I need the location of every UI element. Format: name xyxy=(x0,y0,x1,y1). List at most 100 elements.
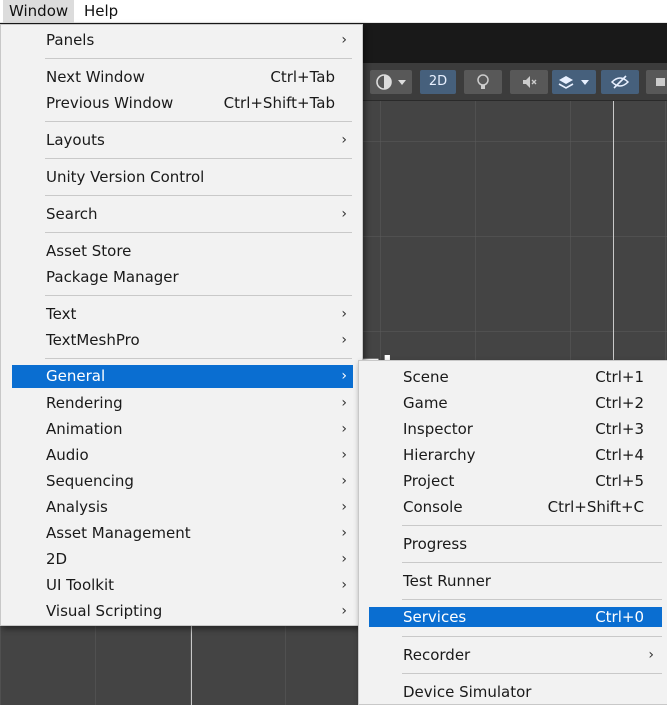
submenu-item-inspector[interactable]: Inspector Ctrl+3 xyxy=(369,416,662,442)
menu-item-textmeshpro[interactable]: TextMeshPro › xyxy=(12,327,353,353)
lighting-toggle-button[interactable] xyxy=(464,70,502,94)
chevron-right-icon: › xyxy=(341,368,347,384)
window-menu: Panels › Next Window Ctrl+Tab Previous W… xyxy=(0,24,363,626)
speaker-mute-icon xyxy=(523,76,537,88)
menu-item-text[interactable]: Text › xyxy=(12,301,353,327)
menu-item-layouts[interactable]: Layouts › xyxy=(12,127,353,153)
menu-item-rendering[interactable]: Rendering › xyxy=(12,390,353,416)
menu-item-next-window[interactable]: Next Window Ctrl+Tab xyxy=(12,64,353,90)
menu-item-asset-store[interactable]: Asset Store xyxy=(12,238,353,264)
menubar: Window Help xyxy=(0,0,667,23)
submenu-item-progress[interactable]: Progress xyxy=(369,531,662,557)
menu-item-panels[interactable]: Panels › xyxy=(12,27,353,53)
chevron-right-icon: › xyxy=(648,647,654,663)
submenu-item-game[interactable]: Game Ctrl+2 xyxy=(369,390,662,416)
menu-item-label: Visual Scripting xyxy=(46,602,163,620)
menu-item-label: Test Runner xyxy=(403,572,491,590)
submenu-item-test-runner[interactable]: Test Runner xyxy=(369,568,662,594)
shading-mode-dropdown[interactable] xyxy=(370,70,412,94)
submenu-item-services[interactable]: Services Ctrl+0 xyxy=(369,607,662,627)
menu-item-label: Unity Version Control xyxy=(46,168,205,186)
menu-item-label: Next Window xyxy=(46,68,145,86)
menu-separator xyxy=(45,358,352,359)
audio-toggle-button[interactable] xyxy=(510,70,548,94)
menu-item-label: Inspector xyxy=(403,420,473,438)
layers-icon xyxy=(558,76,589,89)
general-submenu: Scene Ctrl+1 Game Ctrl+2 Inspector Ctrl+… xyxy=(358,360,667,705)
toggle-2d-button[interactable]: 2D xyxy=(420,70,456,94)
submenu-item-scene[interactable]: Scene Ctrl+1 xyxy=(369,364,662,390)
submenu-item-console[interactable]: Console Ctrl+Shift+C xyxy=(369,494,662,520)
menu-item-shortcut: Ctrl+Shift+Tab xyxy=(223,94,335,112)
menu-separator xyxy=(45,232,352,233)
menu-item-label: Asset Management xyxy=(46,524,191,542)
chevron-right-icon: › xyxy=(341,551,347,567)
menu-item-shortcut: Ctrl+0 xyxy=(595,608,644,626)
submenu-item-device-simulator[interactable]: Device Simulator xyxy=(369,679,662,705)
menu-item-label: Console xyxy=(403,498,463,516)
chevron-right-icon: › xyxy=(341,306,347,322)
chevron-right-icon: › xyxy=(341,603,347,619)
menu-item-visual-scripting[interactable]: Visual Scripting › xyxy=(12,598,353,624)
menu-separator xyxy=(402,562,662,563)
menu-item-previous-window[interactable]: Previous Window Ctrl+Shift+Tab xyxy=(12,90,353,116)
menu-item-label: Project xyxy=(403,472,455,490)
effects-dropdown[interactable] xyxy=(552,70,596,94)
menu-item-analysis[interactable]: Analysis › xyxy=(12,494,353,520)
menu-item-animation[interactable]: Animation › xyxy=(12,416,353,442)
menu-item-shortcut: Ctrl+3 xyxy=(595,420,644,438)
menu-item-label: TextMeshPro xyxy=(46,331,140,349)
chevron-right-icon: › xyxy=(341,206,347,222)
menu-item-label: UI Toolkit xyxy=(46,576,115,594)
menu-separator xyxy=(45,158,352,159)
chevron-right-icon: › xyxy=(341,577,347,593)
scene-visibility-button[interactable] xyxy=(601,70,639,94)
menubar-item-help[interactable]: Help xyxy=(78,0,124,23)
menu-separator xyxy=(45,195,352,196)
menu-item-label: Recorder xyxy=(403,646,471,664)
menu-item-label: Hierarchy xyxy=(403,446,476,464)
menu-item-2d[interactable]: 2D › xyxy=(12,546,353,572)
menu-separator xyxy=(402,525,662,526)
menu-separator xyxy=(402,599,662,600)
menu-separator xyxy=(45,58,352,59)
camera-icon xyxy=(656,78,665,86)
menu-item-label: Previous Window xyxy=(46,94,174,112)
submenu-item-project[interactable]: Project Ctrl+5 xyxy=(369,468,662,494)
menu-item-label: Package Manager xyxy=(46,268,179,286)
menu-item-unity-version-control[interactable]: Unity Version Control xyxy=(12,164,353,190)
menu-item-label: Panels xyxy=(46,31,95,49)
menu-item-label: Analysis xyxy=(46,498,108,516)
chevron-right-icon: › xyxy=(341,32,347,48)
menu-item-label: Scene xyxy=(403,368,449,386)
menu-item-sequencing[interactable]: Sequencing › xyxy=(12,468,353,494)
menu-item-label: Device Simulator xyxy=(403,683,532,701)
menu-item-shortcut: Ctrl+4 xyxy=(595,446,644,464)
menu-item-asset-management[interactable]: Asset Management › xyxy=(12,520,353,546)
menu-item-general[interactable]: General › xyxy=(12,365,353,388)
menu-item-audio[interactable]: Audio › xyxy=(12,442,353,468)
menu-item-label: Rendering xyxy=(46,394,123,412)
menu-item-ui-toolkit[interactable]: UI Toolkit › xyxy=(12,572,353,598)
menu-item-shortcut: Ctrl+2 xyxy=(595,394,644,412)
chevron-right-icon: › xyxy=(341,473,347,489)
menu-item-shortcut: Ctrl+Shift+C xyxy=(547,498,644,516)
chevron-right-icon: › xyxy=(341,332,347,348)
menu-item-label: Services xyxy=(403,608,467,626)
submenu-item-hierarchy[interactable]: Hierarchy Ctrl+4 xyxy=(369,442,662,468)
chevron-right-icon: › xyxy=(341,525,347,541)
menu-item-label: Animation xyxy=(46,420,123,438)
submenu-item-recorder[interactable]: Recorder › xyxy=(369,642,662,668)
menu-item-search[interactable]: Search › xyxy=(12,201,353,227)
menu-item-label: General xyxy=(46,367,106,385)
menu-item-label: Sequencing xyxy=(46,472,134,490)
chevron-right-icon: › xyxy=(341,395,347,411)
menu-item-label: 2D xyxy=(46,550,68,568)
lightbulb-icon xyxy=(477,74,489,89)
eye-hidden-icon xyxy=(611,75,629,89)
menubar-item-window[interactable]: Window xyxy=(3,0,75,23)
menu-item-shortcut: Ctrl+1 xyxy=(595,368,644,386)
menu-item-package-manager[interactable]: Package Manager xyxy=(12,264,353,290)
camera-settings-button[interactable] xyxy=(646,70,667,94)
menu-separator xyxy=(45,121,352,122)
